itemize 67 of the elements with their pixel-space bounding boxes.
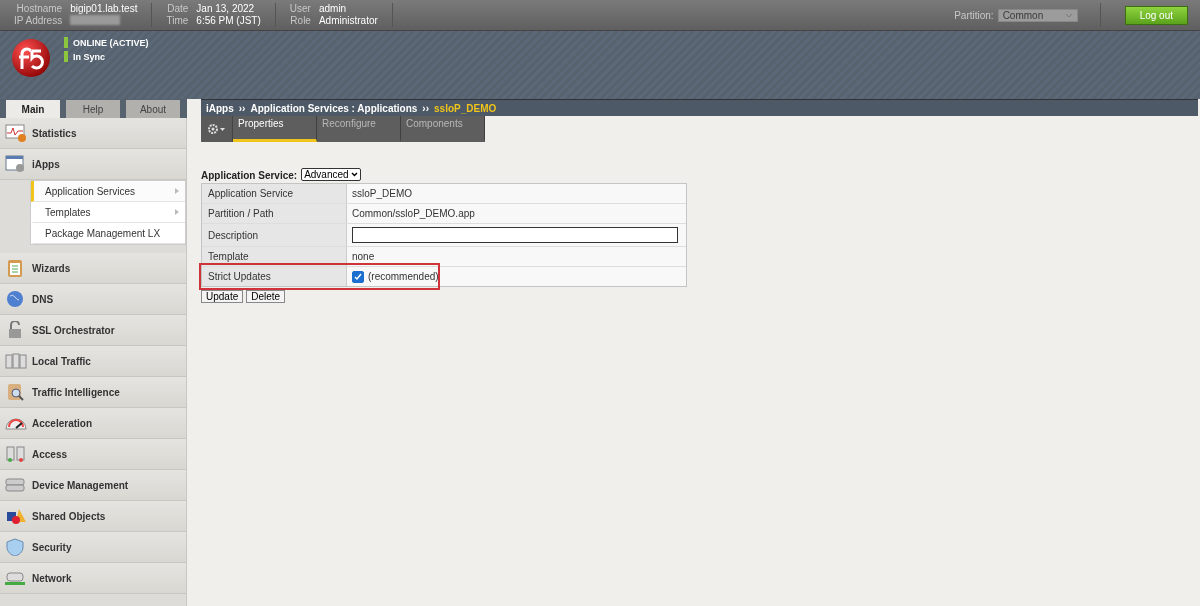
field-value: Common/ssloP_DEMO.app bbox=[352, 208, 475, 219]
sidebar-item[interactable]: Security bbox=[0, 532, 186, 563]
arrow-icon bbox=[175, 209, 179, 215]
sidebar-item[interactable]: Local Traffic bbox=[0, 346, 186, 377]
sidebar-item[interactable]: iApps bbox=[0, 149, 186, 180]
sidebar-item[interactable]: Acceleration bbox=[0, 408, 186, 439]
hostname-value: bigip01.lab.test bbox=[70, 3, 138, 15]
sidebar-item[interactable]: Access bbox=[0, 439, 186, 470]
user-label: User bbox=[289, 3, 311, 15]
breadcrumb-link[interactable]: iApps bbox=[206, 102, 234, 114]
breadcrumb-current: ssloP_DEMO bbox=[434, 102, 497, 114]
gear-icon bbox=[207, 124, 226, 134]
date-value: Jan 13, 2022 bbox=[196, 3, 256, 15]
form-button[interactable]: Update bbox=[201, 290, 244, 303]
partition-label: Partition: bbox=[954, 9, 994, 21]
logo bbox=[10, 37, 52, 79]
nav-tab[interactable]: Main bbox=[6, 100, 60, 118]
user-value: admin bbox=[318, 3, 348, 15]
time-value: 6:56 PM (JST) bbox=[196, 15, 261, 27]
arrow-icon bbox=[175, 188, 179, 194]
breadcrumb-separator: ›› bbox=[422, 102, 429, 114]
time-label: Time bbox=[166, 15, 189, 27]
role-value: Administrator bbox=[318, 15, 378, 27]
field-label: Partition / Path bbox=[202, 204, 347, 223]
sidebar-item[interactable]: DNS bbox=[0, 284, 186, 315]
hostname-label: Hostname bbox=[15, 3, 63, 15]
chevron-icon bbox=[1064, 12, 1073, 18]
status-text: In Sync bbox=[73, 51, 105, 62]
sidebar-item[interactable]: Device Management bbox=[0, 470, 186, 501]
partition-select[interactable]: Common bbox=[997, 8, 1078, 22]
network-device-icon bbox=[5, 569, 27, 587]
description-input[interactable] bbox=[352, 227, 678, 243]
sidebar-item[interactable]: Network bbox=[0, 563, 186, 594]
field-value: none bbox=[352, 251, 375, 262]
sidebar-item[interactable]: Wizards bbox=[0, 253, 186, 284]
shapes-icon bbox=[5, 507, 27, 525]
date-label: Date bbox=[166, 3, 189, 15]
field-label: Application Service bbox=[202, 184, 347, 203]
servers-icon bbox=[5, 352, 27, 370]
sidebar-item[interactable]: SSL Orchestrator bbox=[0, 315, 186, 346]
field-value: ssloP_DEMO bbox=[352, 188, 412, 199]
nav-tab[interactable]: Help bbox=[66, 100, 120, 118]
field-label: Strict Updates bbox=[202, 267, 347, 286]
status-text: ONLINE (ACTIVE) bbox=[73, 37, 149, 48]
role-label: Role bbox=[289, 15, 311, 27]
sidebar-item[interactable]: Traffic Intelligence bbox=[0, 377, 186, 408]
nav-tab[interactable]: About bbox=[126, 100, 180, 118]
window-gear-icon bbox=[5, 155, 27, 173]
form-label: Application Service: bbox=[201, 170, 298, 181]
checkbox[interactable] bbox=[352, 270, 364, 283]
ip-address-label: IP Address bbox=[14, 15, 63, 27]
form-button[interactable]: Delete bbox=[246, 290, 286, 303]
chart-icon bbox=[5, 124, 27, 142]
breadcrumb-separator: ›› bbox=[238, 102, 246, 114]
submenu-item[interactable]: Application Services bbox=[31, 181, 185, 202]
page-tab[interactable]: Properties bbox=[233, 116, 317, 142]
mode-select[interactable]: Advanced bbox=[301, 168, 361, 181]
sidebar-item[interactable]: Statistics bbox=[0, 118, 186, 149]
gear-menu-button[interactable] bbox=[201, 116, 233, 142]
field-label: Description bbox=[202, 224, 347, 246]
checkbox-label: (recommended) bbox=[368, 271, 439, 282]
chevron-icon bbox=[350, 172, 358, 177]
shield-icon bbox=[5, 538, 27, 556]
device-icon bbox=[5, 476, 27, 494]
breadcrumb-link[interactable]: Application Services : Applications bbox=[250, 102, 418, 114]
sidebar-item[interactable]: Shared Objects bbox=[0, 501, 186, 532]
access-icon bbox=[5, 445, 27, 463]
